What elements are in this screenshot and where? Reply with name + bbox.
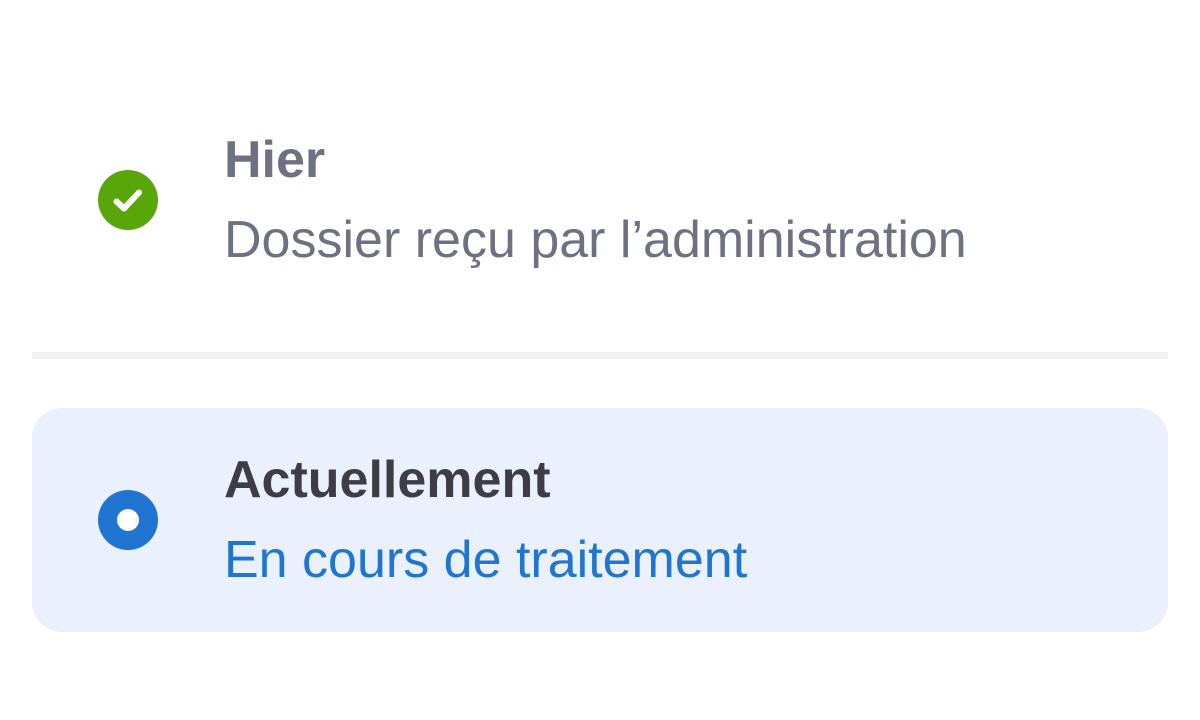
step-description: En cours de traitement xyxy=(224,531,748,589)
step-title: Hier xyxy=(224,131,326,189)
timeline-divider xyxy=(32,352,1168,359)
check-circle-icon xyxy=(98,170,158,230)
radio-dot-icon xyxy=(98,490,158,550)
step-description: Dossier reçu par l’administration xyxy=(224,211,967,269)
timeline-step-current: Actuellement En cours de traitement xyxy=(32,408,1168,632)
status-timeline: Hier Dossier reçu par l’administration A… xyxy=(0,0,1200,720)
step-title: Actuellement xyxy=(224,451,551,509)
timeline-step-completed: Hier Dossier reçu par l’administration xyxy=(32,120,1168,290)
